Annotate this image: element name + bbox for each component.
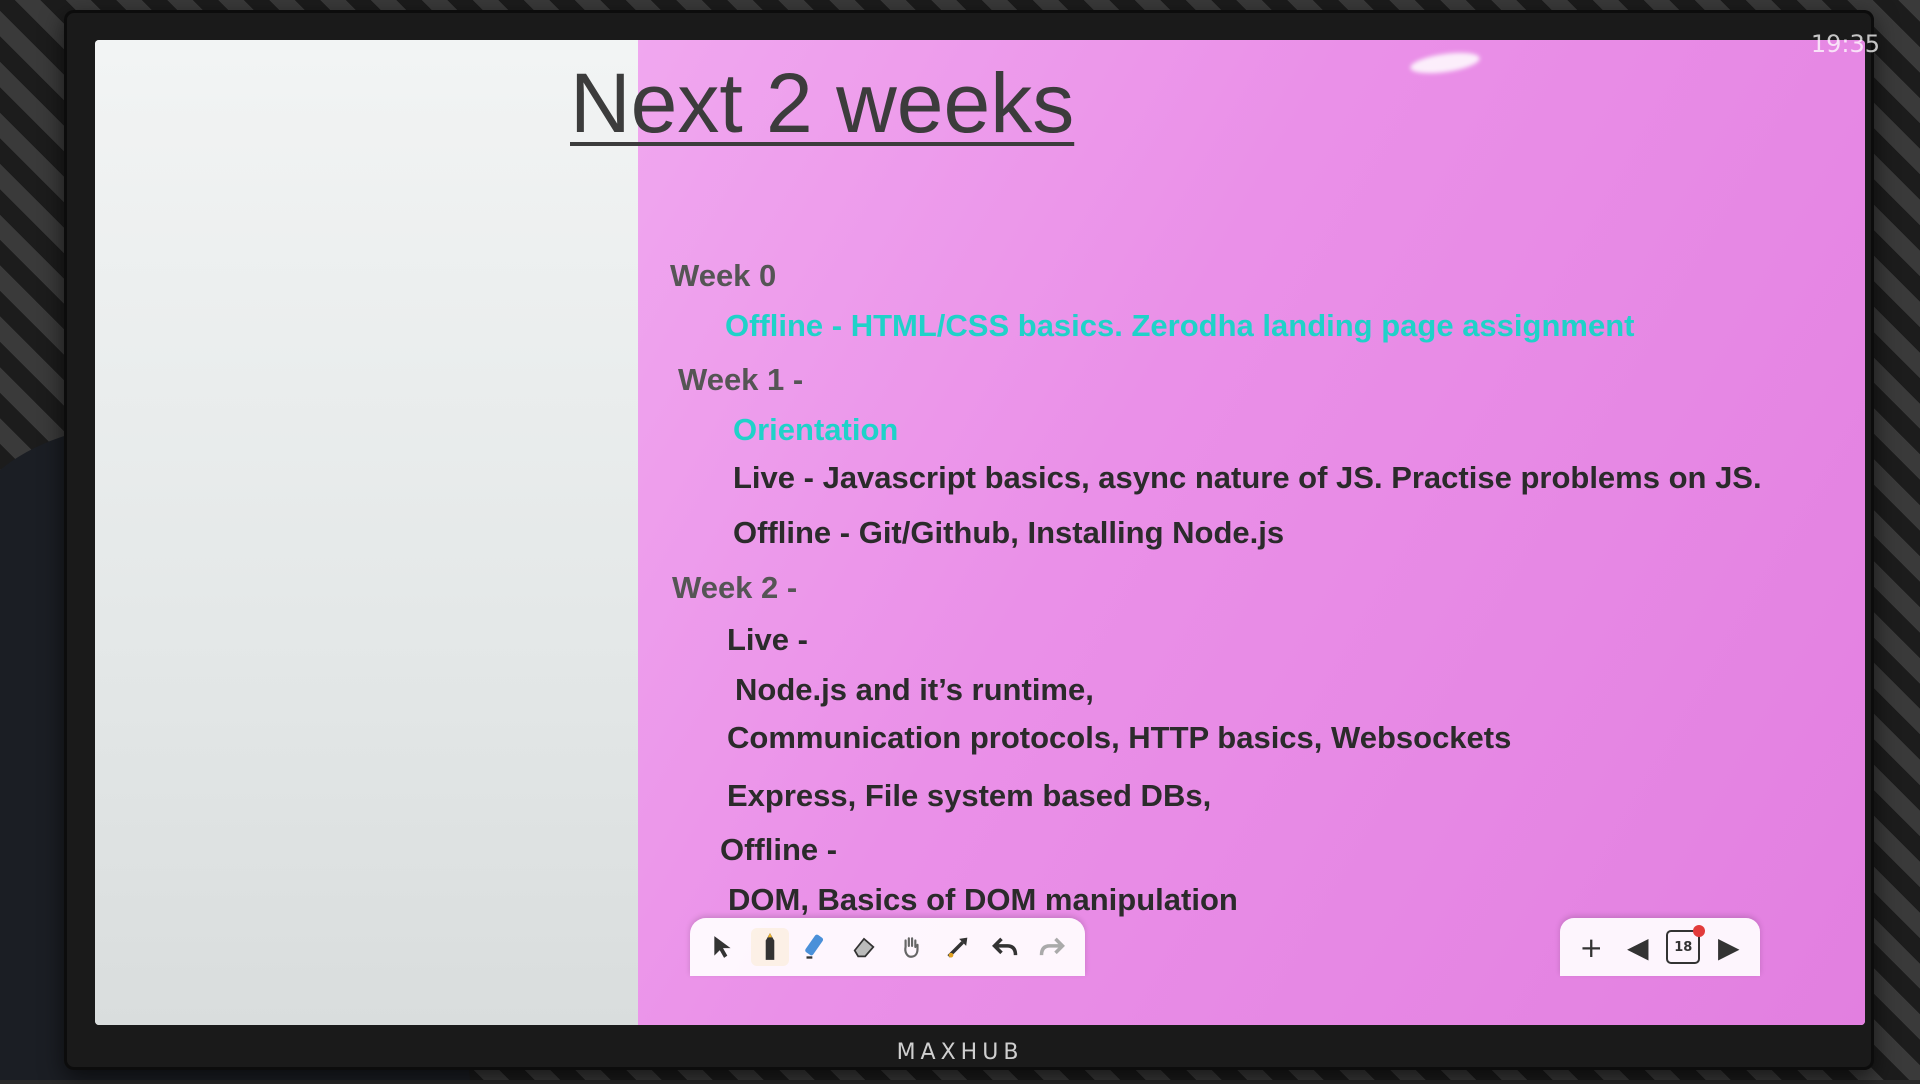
week-2-heading: Week 2 - bbox=[672, 570, 798, 605]
clock: 19:35 bbox=[1810, 30, 1880, 58]
week-1-heading: Week 1 - bbox=[678, 362, 804, 397]
highlighter-icon[interactable] bbox=[798, 928, 836, 966]
next-page-icon[interactable]: ▶ bbox=[1711, 931, 1747, 964]
add-page-icon[interactable]: + bbox=[1573, 931, 1609, 964]
week-0-offline: Offline - HTML/CSS basics. Zerodha landi… bbox=[725, 308, 1635, 343]
redo-icon[interactable] bbox=[1033, 928, 1071, 966]
page-navigation: + ◀ 18 ▶ bbox=[1560, 918, 1760, 976]
page-counter[interactable]: 18 bbox=[1666, 925, 1706, 964]
slide-title: Next 2 weeks bbox=[570, 56, 1075, 150]
week-2-live-label: Live - bbox=[727, 622, 808, 657]
pen-icon[interactable] bbox=[751, 928, 790, 966]
laser-pointer-icon[interactable] bbox=[939, 928, 977, 966]
week-2-live-item-2: Communication protocols, HTTP basics, We… bbox=[727, 720, 1512, 755]
eraser-icon[interactable] bbox=[845, 928, 883, 966]
week-2-live-item-3: Express, File system based DBs, bbox=[727, 778, 1212, 813]
week-2-offline-label: Offline - bbox=[720, 832, 838, 867]
previous-page-icon[interactable]: ◀ bbox=[1620, 931, 1656, 964]
week-0-heading: Week 0 bbox=[670, 258, 777, 293]
whiteboard-area[interactable] bbox=[95, 40, 640, 1025]
week-1-live: Live - Javascript basics, async nature o… bbox=[733, 460, 1762, 495]
annotation-toolbar bbox=[690, 918, 1085, 976]
week-1-orientation: Orientation bbox=[733, 412, 899, 447]
week-2-offline-item: DOM, Basics of DOM manipulation bbox=[728, 882, 1238, 917]
cursor-arrow-icon[interactable] bbox=[704, 928, 742, 966]
week-1-offline: Offline - Git/Github, Installing Node.js bbox=[733, 515, 1285, 550]
undo-icon[interactable] bbox=[986, 928, 1024, 966]
notification-dot bbox=[1693, 925, 1706, 937]
page-number: 18 bbox=[1674, 939, 1693, 955]
hand-icon[interactable] bbox=[892, 928, 930, 966]
week-2-live-item-1: Node.js and it’s runtime, bbox=[735, 672, 1094, 707]
display-brand-logo: MAXHUB bbox=[896, 1040, 1024, 1065]
